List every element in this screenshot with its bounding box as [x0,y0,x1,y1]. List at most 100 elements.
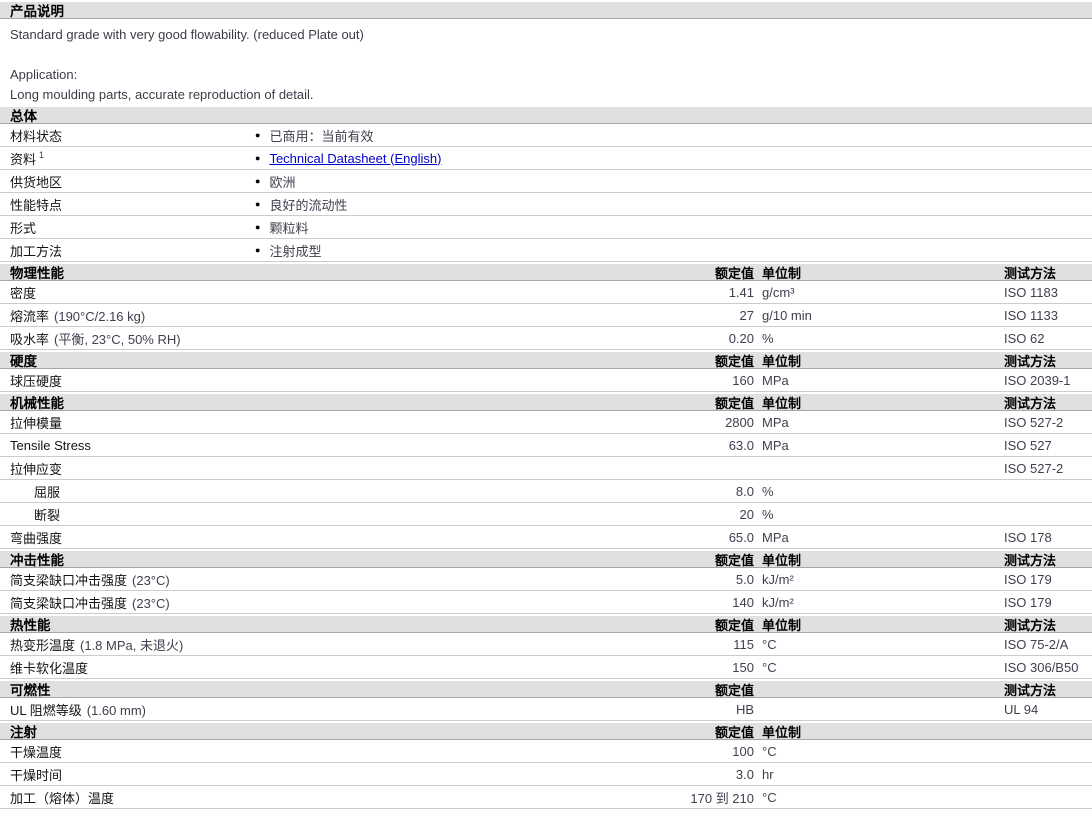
general-value-cell: ● 注射成型 [255,241,1092,260]
table-row: Tensile Stress 63.0 MPa ISO 527 [0,434,1092,457]
general-value-cell: ● Technical Datasheet (English) [255,151,1092,166]
section-rows: 热变形温度 (1.8 MPa, 未退火) 115 °C ISO 75-2/A 维卡… [0,633,1092,679]
table-row: 拉伸模量 2800 MPa ISO 527-2 [0,411,1092,434]
table-row: 熔流率 (190°C/2.16 kg) 27 g/10 min ISO 1133 [0,304,1092,327]
application-text: Long moulding parts, accurate reproducti… [10,87,314,102]
general-label: 性能特点 [0,195,255,214]
property-condition: (190°C/2.16 kg) [54,308,146,324]
rated-value: 8.0 [735,483,754,499]
rated-value: 170 到 210 [690,790,754,806]
property-label-cell: 密度 [0,283,636,302]
test-method: ISO 527-2 [1004,460,1064,476]
property-label: 密度 [10,285,37,301]
test-method: ISO 306/B50 [1004,659,1079,675]
rated-value: 160 [732,372,754,388]
general-label: 供货地区 [0,172,255,191]
general-label-text: 性能特点 [10,197,63,213]
column-header-test-method: 测试方法 [1004,682,1057,698]
unit-value: MPa [762,372,789,388]
bullet-icon: ● [255,222,261,232]
section-header-bar: 物理性能 额定值 单位制 测试方法 [0,264,1092,281]
property-label-cell: Tensile Stress [0,438,636,453]
unit-value: °C [762,659,777,675]
rated-value: 63.0 [728,437,754,453]
test-method: ISO 62 [1004,330,1045,346]
bullet-icon: ● [255,199,261,209]
section-header-bar: 热性能 额定值 单位制 测试方法 [0,616,1092,633]
test-method: ISO 179 [1004,594,1052,610]
section-header-bar: 冲击性能 额定值 单位制 测试方法 [0,551,1092,568]
test-method: ISO 527-2 [1004,414,1064,430]
bullet-icon: ● [255,130,261,140]
rated-value: 65.0 [728,529,754,545]
general-value-cell: ● 欧洲 [255,172,1092,191]
general-label: 资料 1 [0,149,255,168]
property-sections: 物理性能 额定值 单位制 测试方法 密度 1.41 g/cm³ ISO 1183… [0,264,1092,809]
column-header-rated-value: 额定值 [714,682,754,698]
test-method: ISO 1133 [1004,307,1058,323]
section-rows: 拉伸模量 2800 MPa ISO 527-2 Tensile Stress 6… [0,411,1092,549]
section-title: 可燃性 [10,683,51,698]
general-value[interactable]: Technical Datasheet (English) [269,151,441,166]
section-title: 机械性能 [10,396,64,411]
table-row: UL 阻燃等级 (1.60 mm) HB UL 94 [0,698,1092,721]
property-condition: (平衡, 23°C, 50% RH) [54,331,181,347]
section-title: 硬度 [10,354,37,369]
rated-value: 20 [739,506,754,522]
rated-value: 115 [733,636,754,652]
unit-value: % [762,330,774,346]
column-header-unit-system: 单位制 [762,265,802,281]
property-label-cell: 干燥温度 [0,742,636,761]
rated-value: 27 [739,307,754,323]
application-label: Application: [10,67,78,82]
property-section: 物理性能 额定值 单位制 测试方法 密度 1.41 g/cm³ ISO 1183… [0,264,1092,350]
unit-value: % [762,483,774,499]
property-label: 屈服 [34,484,61,500]
product-description-block: Standard grade with very good flowabilit… [0,19,1092,105]
column-header-unit-system: 单位制 [762,617,802,633]
property-label: 断裂 [34,507,61,523]
property-label-cell: 干燥时间 [0,765,636,784]
general-row: 供货地区 ● 欧洲 [0,170,1092,193]
general-value: 已商用：当前有效 [269,128,374,144]
property-label-cell: 球压硬度 [0,371,636,390]
test-method: ISO 178 [1004,529,1052,545]
general-row: 形式 ● 颗粒料 [0,216,1092,239]
property-section: 冲击性能 额定值 单位制 测试方法 简支梁缺口冲击强度 (23°C) 5.0 kJ… [0,551,1092,614]
column-header-rated-value: 额定值 [714,395,754,411]
test-method: ISO 1183 [1004,284,1058,300]
general-value-cell: ● 良好的流动性 [255,195,1092,214]
section-header-bar: 机械性能 额定值 单位制 测试方法 [0,394,1092,411]
general-label: 加工方法 [0,241,255,260]
general-row: 性能特点 ● 良好的流动性 [0,193,1092,216]
property-condition: (23°C) [132,572,170,588]
section-header-bar: 注射 额定值 单位制 [0,723,1092,740]
table-row: 维卡软化温度 150 °C ISO 306/B50 [0,656,1092,679]
unit-value: °C [762,789,777,805]
general-label-text: 材料状态 [10,128,63,144]
table-row: 断裂 20 % [0,503,1092,526]
property-label: 吸水率 [10,331,50,347]
property-label-cell: 热变形温度 (1.8 MPa, 未退火) [0,635,636,654]
general-label-text: 加工方法 [10,243,63,259]
property-label-cell: 拉伸模量 [0,413,636,432]
rated-value: 3.0 [735,766,754,782]
table-row: 热变形温度 (1.8 MPa, 未退火) 115 °C ISO 75-2/A [0,633,1092,656]
property-label: 熔流率 [10,308,50,324]
property-label: 加工（熔体）温度 [10,790,115,806]
table-row: 屈服 8.0 % [0,480,1092,503]
table-row: 吸水率 (平衡, 23°C, 50% RH) 0.20 % ISO 62 [0,327,1092,350]
section-rows: UL 阻燃等级 (1.60 mm) HB UL 94 [0,698,1092,721]
property-label: 球压硬度 [10,373,63,389]
property-label-cell: 屈服 [0,482,636,501]
property-condition: (23°C) [132,595,170,611]
property-label-cell: 简支梁缺口冲击强度 (23°C) [0,570,636,589]
section-title: 热性能 [10,618,51,633]
property-label-cell: 简支梁缺口冲击强度 (23°C) [0,593,636,612]
property-label-cell: 熔流率 (190°C/2.16 kg) [0,306,636,325]
general-value-cell: ● 已商用：当前有效 [255,126,1092,145]
section-header-bar: 可燃性 额定值 测试方法 [0,681,1092,698]
datasheet-page: 产品说明 Standard grade with very good flowa… [0,0,1092,813]
table-row: 简支梁缺口冲击强度 (23°C) 140 kJ/m² ISO 179 [0,591,1092,614]
section-rows: 球压硬度 160 MPa ISO 2039-1 [0,369,1092,392]
